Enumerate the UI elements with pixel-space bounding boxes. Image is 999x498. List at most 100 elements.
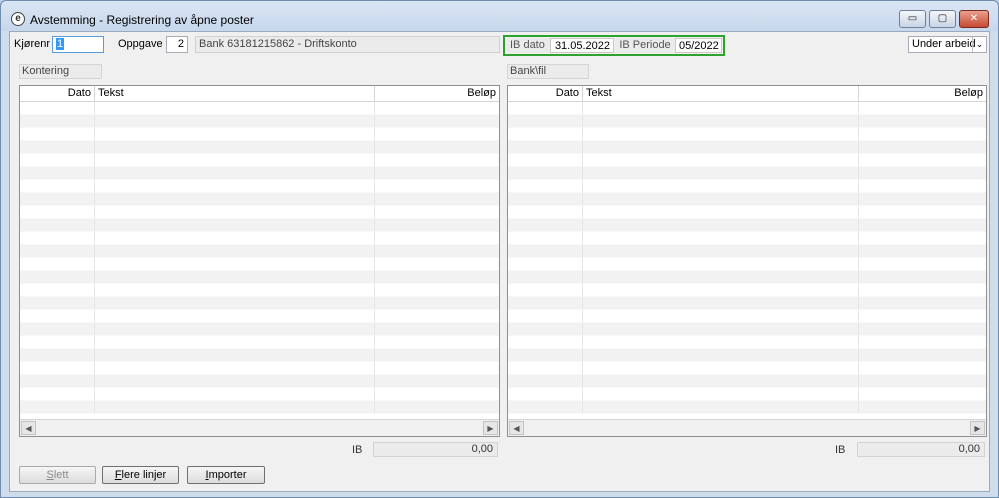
table-row[interactable] [508, 388, 986, 401]
row-cell-divider [20, 115, 95, 127]
importer-button[interactable]: Importer [187, 466, 265, 484]
scroll-left-icon[interactable]: ◀ [21, 421, 36, 435]
table-row[interactable] [508, 232, 986, 245]
table-row[interactable] [508, 362, 986, 375]
table-row[interactable] [20, 362, 499, 375]
row-cell-divider [583, 271, 859, 283]
table-row[interactable] [20, 297, 499, 310]
status-dropdown[interactable]: Under arbeid ⌄ [908, 36, 987, 53]
table-row[interactable] [508, 401, 986, 414]
table-row[interactable] [20, 206, 499, 219]
ib-total-label-right: IB [835, 444, 846, 456]
table-row[interactable] [20, 336, 499, 349]
close-button[interactable]: ✕ [959, 10, 989, 28]
row-cell-divider [583, 193, 859, 205]
table-row[interactable] [508, 245, 986, 258]
row-cell-divider [95, 323, 375, 335]
table-row[interactable] [20, 232, 499, 245]
row-cell-divider [508, 258, 583, 270]
table-row[interactable] [508, 258, 986, 271]
table-row[interactable] [508, 271, 986, 284]
table-row[interactable] [508, 206, 986, 219]
column-header-belop[interactable]: Beløp [859, 86, 986, 102]
ib-periode-field[interactable]: 05/2022 [675, 38, 722, 53]
row-cell-divider [583, 362, 859, 374]
row-cell-divider [508, 154, 583, 166]
column-header-tekst[interactable]: Tekst [583, 86, 859, 102]
table-row[interactable] [508, 102, 986, 115]
row-cell-divider [583, 167, 859, 179]
row-cell-divider [508, 193, 583, 205]
table-row[interactable] [508, 219, 986, 232]
table-row[interactable] [508, 193, 986, 206]
scroll-right-icon[interactable]: ▶ [970, 421, 985, 435]
row-cell-divider [583, 375, 859, 387]
table-row[interactable] [20, 167, 499, 180]
column-header-dato[interactable]: Dato [20, 86, 95, 102]
table-row[interactable] [508, 336, 986, 349]
table-row[interactable] [20, 310, 499, 323]
table-row[interactable] [20, 349, 499, 362]
row-cell-divider [508, 141, 583, 153]
table-row[interactable] [508, 375, 986, 388]
chevron-down-icon[interactable]: ⌄ [972, 37, 986, 52]
table-row[interactable] [20, 193, 499, 206]
table-row[interactable] [20, 154, 499, 167]
row-cell-divider [508, 349, 583, 361]
grid-rows[interactable] [20, 102, 499, 418]
maximize-button[interactable]: ▢ [929, 10, 956, 28]
kontering-grid[interactable]: Dato Tekst Beløp ◀ ▶ [19, 85, 500, 437]
row-cell-divider [95, 284, 375, 296]
column-header-dato[interactable]: Dato [508, 86, 583, 102]
row-cell-divider [20, 193, 95, 205]
table-row[interactable] [20, 401, 499, 414]
table-row[interactable] [508, 297, 986, 310]
column-header-tekst[interactable]: Tekst [95, 86, 375, 102]
row-cell-divider [583, 219, 859, 231]
table-row[interactable] [508, 180, 986, 193]
table-row[interactable] [20, 141, 499, 154]
table-row[interactable] [508, 349, 986, 362]
row-cell-divider [95, 180, 375, 192]
table-row[interactable] [20, 323, 499, 336]
minimize-button[interactable]: ▭ [899, 10, 926, 28]
table-row[interactable] [508, 323, 986, 336]
app-icon[interactable]: e [11, 12, 25, 26]
row-cell-divider [20, 310, 95, 322]
horizontal-scrollbar[interactable]: ◀ ▶ [508, 419, 986, 436]
row-cell-divider [20, 180, 95, 192]
oppgave-input[interactable]: 2 [166, 36, 188, 53]
row-cell-divider [583, 206, 859, 218]
scroll-left-icon[interactable]: ◀ [509, 421, 524, 435]
table-row[interactable] [20, 375, 499, 388]
table-row[interactable] [20, 180, 499, 193]
table-row[interactable] [508, 128, 986, 141]
table-row[interactable] [20, 245, 499, 258]
table-row[interactable] [508, 310, 986, 323]
kjorenr-input[interactable]: 1 [52, 36, 104, 53]
slett-button[interactable]: Slett [19, 466, 96, 484]
ib-dato-field[interactable]: 31.05.2022 [550, 38, 614, 53]
table-row[interactable] [20, 258, 499, 271]
table-row[interactable] [20, 284, 499, 297]
table-row[interactable] [20, 128, 499, 141]
flere-linjer-button[interactable]: Flere linjer [102, 466, 179, 484]
table-row[interactable] [508, 167, 986, 180]
table-row[interactable] [508, 141, 986, 154]
table-row[interactable] [20, 102, 499, 115]
table-row[interactable] [20, 219, 499, 232]
title-bar[interactable]: e Avstemming - Registrering av åpne post… [1, 1, 998, 31]
table-row[interactable] [20, 388, 499, 401]
table-row[interactable] [508, 115, 986, 128]
table-row[interactable] [20, 115, 499, 128]
horizontal-scrollbar[interactable]: ◀ ▶ [20, 419, 499, 436]
grid-rows[interactable] [508, 102, 986, 418]
scroll-right-icon[interactable]: ▶ [483, 421, 498, 435]
bankfil-grid[interactable]: Dato Tekst Beløp ◀ ▶ [507, 85, 987, 437]
row-cell-divider [508, 180, 583, 192]
table-row[interactable] [508, 284, 986, 297]
column-header-belop[interactable]: Beløp [375, 86, 499, 102]
row-cell-divider [95, 297, 375, 309]
table-row[interactable] [20, 271, 499, 284]
table-row[interactable] [508, 154, 986, 167]
